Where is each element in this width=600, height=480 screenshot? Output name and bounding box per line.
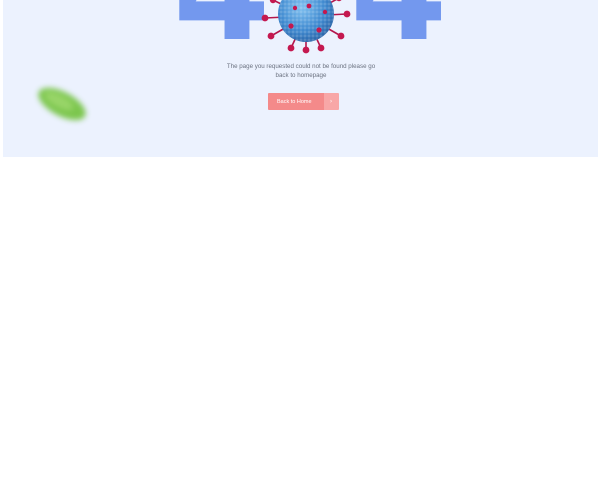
error-hero: 4 4	[3, 0, 598, 157]
virus-icon	[261, 0, 351, 54]
error-message: The page you requested could not be foun…	[213, 62, 389, 80]
error-message-line-2: back to homepage	[275, 72, 327, 79]
back-to-home-label: Back to Home	[268, 93, 324, 110]
back-to-home-button[interactable]: Back to Home ›	[268, 93, 339, 110]
green-blob-icon	[38, 87, 86, 121]
error-message-line-1: The page you requested could not be foun…	[226, 63, 376, 70]
error-code-digit-right: 4	[350, 0, 447, 62]
chevron-right-icon: ›	[323, 93, 339, 110]
